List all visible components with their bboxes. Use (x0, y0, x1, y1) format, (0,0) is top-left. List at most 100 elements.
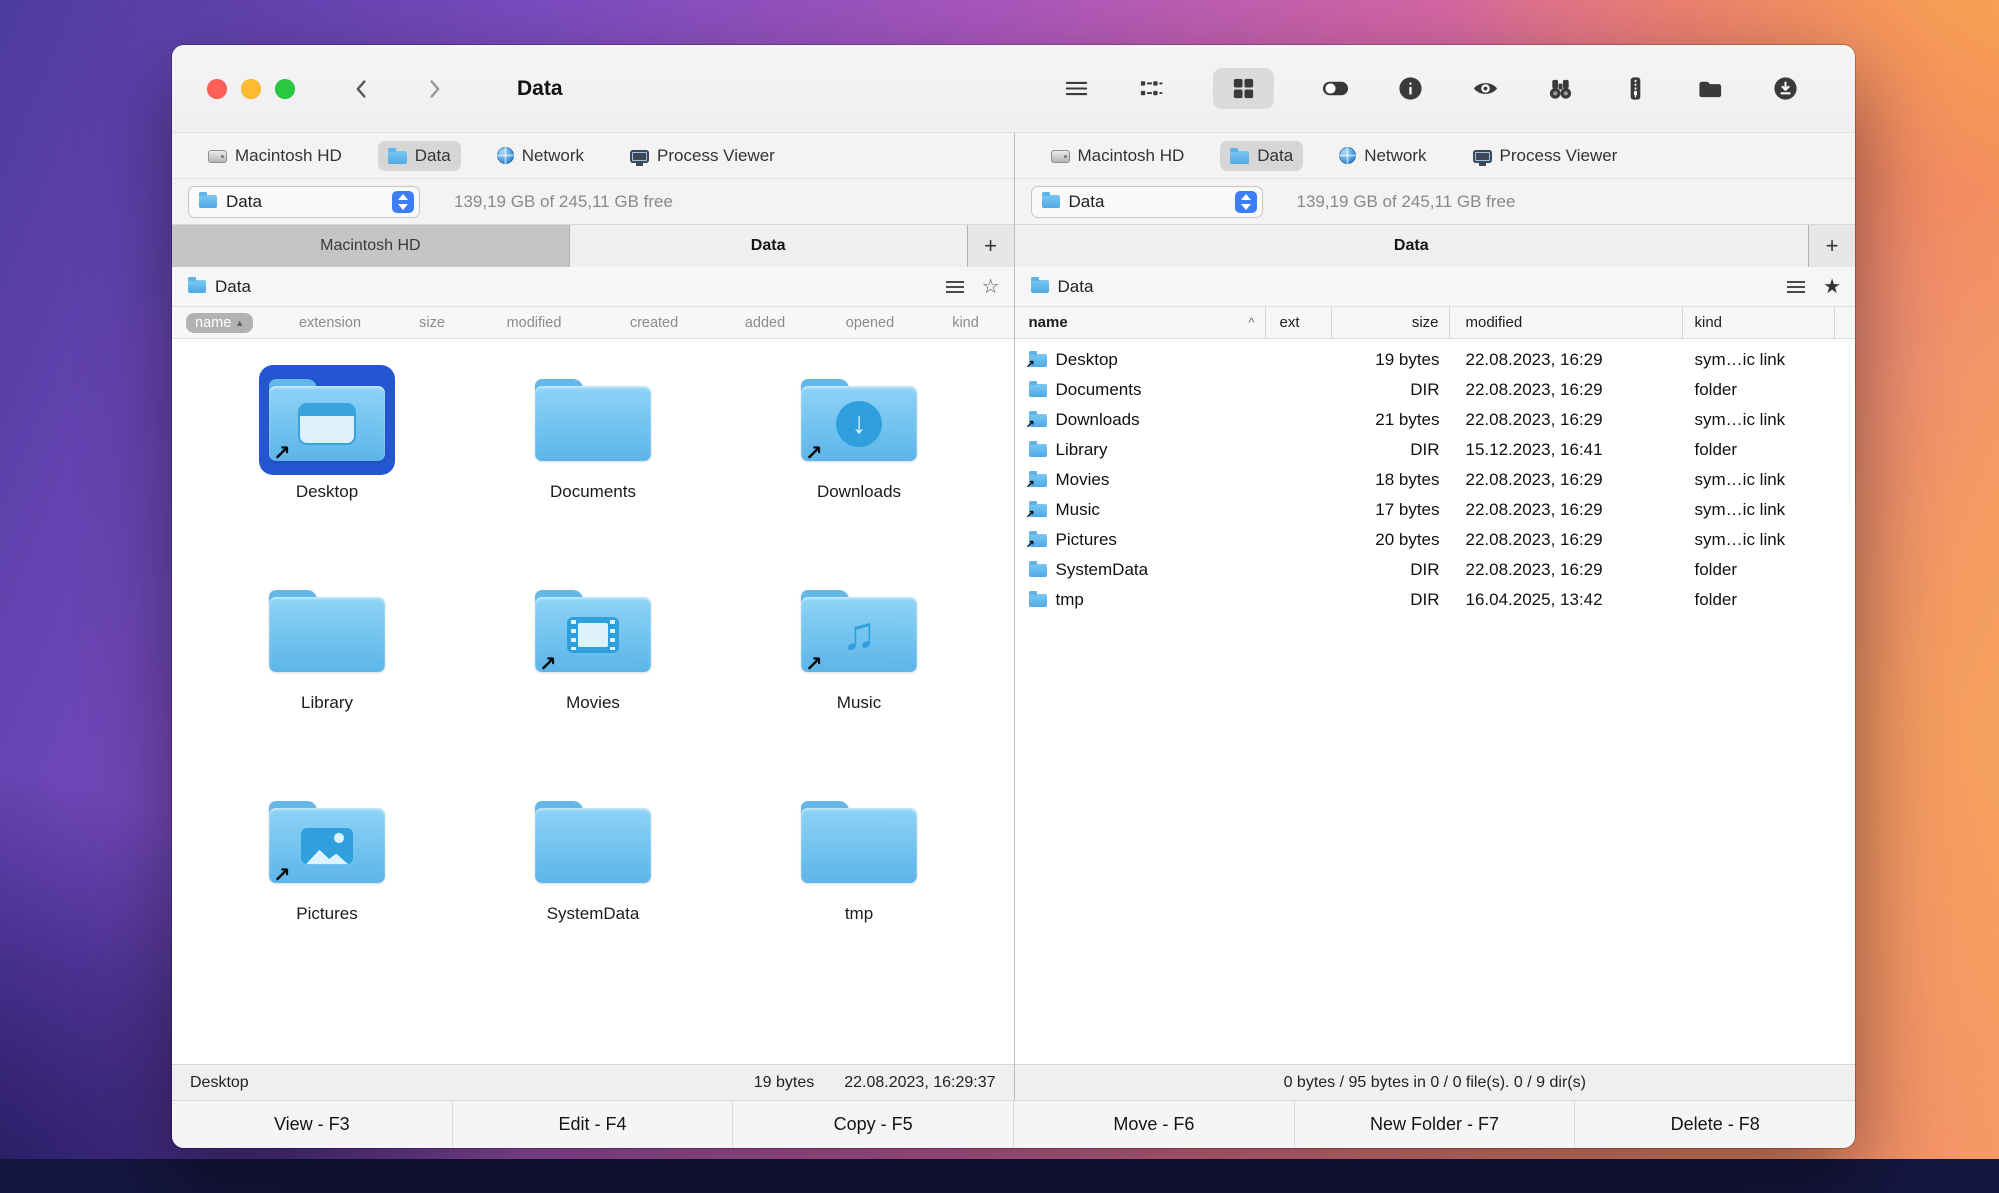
file-size: DIR (1332, 435, 1450, 465)
list-columns-button[interactable] (1138, 75, 1165, 102)
folder-item[interactable]: Movies (525, 576, 661, 713)
close-button[interactable] (207, 79, 227, 99)
file-row[interactable]: tmp DIR 16.04.2025, 13:42 folder (1015, 585, 1856, 615)
file-kind: sym…ic link (1683, 525, 1835, 555)
function-button[interactable]: New Folder - F7 (1294, 1101, 1575, 1148)
left-column-headers: name▲ extension size modified (172, 307, 1014, 339)
file-row[interactable]: Library DIR 15.12.2023, 16:41 folder (1015, 435, 1856, 465)
function-button[interactable]: Move - F6 (1013, 1101, 1294, 1148)
folder-item[interactable]: Music (791, 576, 927, 713)
favorites-item[interactable]: Network (1329, 141, 1436, 171)
column-header[interactable]: name^ (1015, 307, 1266, 338)
pane-tab[interactable]: Data (1015, 225, 1810, 267)
file-size: 19 bytes (1332, 345, 1450, 375)
list-view-icon[interactable] (946, 280, 964, 294)
menu-button[interactable] (1063, 75, 1090, 102)
folder-name: Library (301, 693, 353, 713)
folder-icon (1029, 564, 1047, 577)
favorite-star-icon[interactable] (982, 277, 1000, 297)
folder-item[interactable]: Documents (525, 365, 661, 502)
file-row[interactable]: Pictures 20 bytes 22.08.2023, 16:29 sym…… (1015, 525, 1856, 555)
folder-name: Movies (566, 693, 620, 713)
file-row[interactable]: Desktop 19 bytes 22.08.2023, 16:29 sym…i… (1015, 345, 1856, 375)
file-name: Downloads (1056, 410, 1140, 430)
favorites-item[interactable]: Macintosh HD (198, 141, 352, 171)
search-binoculars-button[interactable] (1547, 75, 1574, 102)
file-row[interactable]: Music 17 bytes 22.08.2023, 16:29 sym…ic … (1015, 495, 1856, 525)
favorite-star-icon[interactable] (1823, 277, 1841, 297)
column-header[interactable]: name▲ (172, 313, 272, 333)
forward-button[interactable] (419, 74, 449, 104)
file-name: Movies (1056, 470, 1110, 490)
column-header[interactable]: size (1332, 307, 1450, 338)
info-button[interactable] (1397, 75, 1424, 102)
file-row[interactable]: Documents DIR 22.08.2023, 16:29 folder (1015, 375, 1856, 405)
left-content: Desktop Documents (172, 339, 1014, 1064)
path-value: Data (226, 192, 383, 212)
grid-icon (1230, 75, 1257, 102)
network-share-icon (1697, 75, 1724, 102)
column-header[interactable]: created (596, 315, 716, 331)
window-title: Data (517, 77, 563, 101)
file-row[interactable]: Movies 18 bytes 22.08.2023, 16:29 sym…ic… (1015, 465, 1856, 495)
function-button[interactable]: View - F3 (172, 1101, 452, 1148)
favorites-item[interactable]: Data (378, 141, 461, 171)
minimize-button[interactable] (241, 79, 261, 99)
function-button[interactable]: Delete - F8 (1574, 1101, 1855, 1148)
path-stepper-icon[interactable] (1235, 191, 1257, 213)
favorites-item[interactable]: Data (1220, 141, 1303, 171)
folder-icon (535, 379, 651, 461)
column-header[interactable]: modified (476, 315, 596, 331)
archive-button[interactable] (1622, 75, 1649, 102)
column-header[interactable]: kind (1683, 307, 1835, 338)
favorites-item[interactable]: Process Viewer (620, 141, 785, 171)
pane-tab[interactable]: Macintosh HD (172, 225, 570, 267)
folder-item[interactable]: Downloads (791, 365, 927, 502)
file-ext (1266, 435, 1332, 465)
favorites-item[interactable]: Network (487, 141, 594, 171)
favorites-item[interactable]: Macintosh HD (1041, 141, 1195, 171)
breadcrumb[interactable]: Data (215, 277, 251, 297)
column-header[interactable]: kind (926, 315, 1009, 331)
path-stepper-icon[interactable] (392, 191, 414, 213)
column-header[interactable]: extension (272, 315, 392, 331)
folder-glyph-icon (269, 597, 385, 672)
path-select[interactable]: Data (1031, 186, 1263, 218)
folder-item[interactable]: Pictures (259, 787, 395, 924)
left-path-bar: Data 139,19 GB of 245,11 GB free (172, 179, 1014, 225)
file-ext (1266, 375, 1332, 405)
breadcrumb[interactable]: Data (1058, 277, 1094, 297)
file-row[interactable]: Downloads 21 bytes 22.08.2023, 16:29 sym… (1015, 405, 1856, 435)
function-button[interactable]: Copy - F5 (732, 1101, 1013, 1148)
column-header[interactable]: modified (1450, 307, 1683, 338)
folder-item[interactable]: SystemData (525, 787, 661, 924)
column-header[interactable]: opened (818, 315, 926, 331)
folder-item[interactable]: Library (259, 576, 395, 713)
file-size: DIR (1332, 585, 1450, 615)
function-button[interactable]: Edit - F4 (452, 1101, 733, 1148)
list-view-icon[interactable] (1787, 280, 1805, 294)
file-name: Desktop (1056, 350, 1118, 370)
network-share-button[interactable] (1697, 75, 1724, 102)
file-row[interactable]: SystemData DIR 22.08.2023, 16:29 folder (1015, 555, 1856, 585)
column-header[interactable]: added (716, 315, 818, 331)
favorites-item[interactable]: Process Viewer (1463, 141, 1628, 171)
favorite-icon (497, 147, 514, 164)
left-new-tab-button[interactable]: + (968, 225, 1014, 267)
view-toggle-button[interactable] (1322, 75, 1349, 102)
pane-tab[interactable]: Data (570, 225, 968, 267)
path-select[interactable]: Data (188, 186, 420, 218)
grid-button[interactable] (1213, 68, 1274, 109)
folder-item[interactable]: Desktop (259, 365, 395, 502)
download-button[interactable] (1772, 75, 1799, 102)
zoom-button[interactable] (275, 79, 295, 99)
back-button[interactable] (347, 74, 377, 104)
folder-icon (199, 195, 217, 208)
column-header[interactable]: ext (1266, 307, 1332, 338)
right-new-tab-button[interactable]: + (1809, 225, 1855, 267)
column-header[interactable]: size (392, 315, 476, 331)
file-name: Documents (1056, 380, 1142, 400)
folder-item[interactable]: tmp (791, 787, 927, 924)
free-space-label: 139,19 GB of 245,11 GB free (454, 192, 673, 212)
preview-eye-button[interactable] (1472, 75, 1499, 102)
